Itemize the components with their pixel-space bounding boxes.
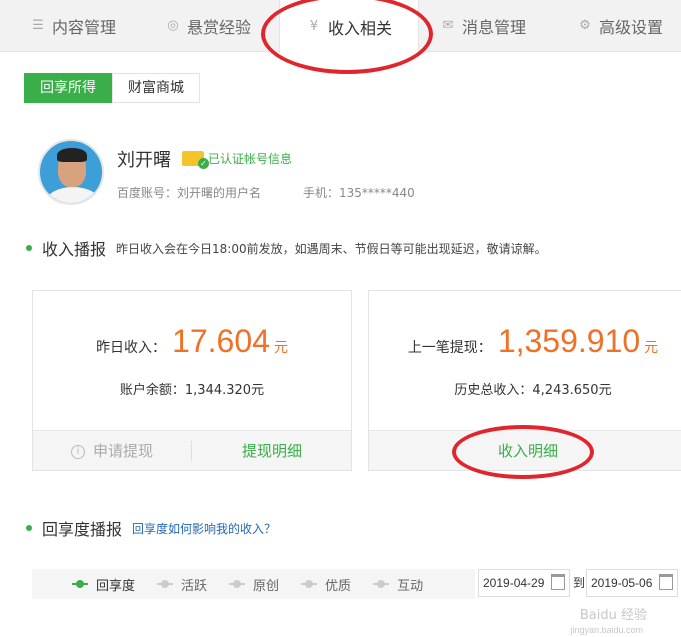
phone-info: 手机：135*****440 <box>303 186 415 200</box>
card-footer: 收入明细 <box>369 430 681 470</box>
metric-label: 活跃 <box>181 578 208 594</box>
bullet-dot-icon <box>26 525 32 531</box>
yesterday-income-card: 昨日收入： 17.604 元 账户余额：1,344.320元 i 申请提现 提现明… <box>32 290 352 471</box>
subtab-share-earnings[interactable]: 回享所得 <box>24 73 112 103</box>
calendar-icon[interactable] <box>551 574 565 590</box>
amount-unit: 元 <box>273 340 288 356</box>
section-title: 收入播报 <box>42 240 107 259</box>
apply-withdraw-label: 申请提现 <box>92 442 153 460</box>
metric-tab-interaction[interactable]: 互动 <box>373 575 423 594</box>
income-detail-link[interactable]: 收入明细 <box>369 431 681 471</box>
verified-text: 已认证帐号信息 <box>208 152 293 166</box>
income-section-header: 收入播报 昨日收入会在今日18:00前发放，如遇周末、节假日等可能出现延迟，敬请… <box>26 236 547 260</box>
tab-label: 高级设置 <box>599 18 664 37</box>
metric-label: 互动 <box>397 578 424 594</box>
yesterday-income-label: 昨日收入： <box>96 340 167 356</box>
yesterday-income-amount: 17.604 <box>172 323 270 359</box>
subtab-wealth-mall[interactable]: 财富商城 <box>112 73 200 103</box>
last-withdraw-amount: 1,359.910 <box>497 323 641 359</box>
metric-line-icon <box>72 580 88 588</box>
tab-bounty-experience[interactable]: ◎ 悬赏经验 <box>165 0 251 52</box>
account-balance: 账户余额：1,344.320元 <box>119 383 265 398</box>
mail-icon: ✉ <box>442 18 454 33</box>
section-note: 昨日收入会在今日18:00前发放，如遇周末、节假日等可能出现延迟，敬请谅解。 <box>116 241 547 256</box>
metric-label: 原创 <box>253 578 280 594</box>
metric-label: 回享度 <box>96 578 136 594</box>
tab-income[interactable]: ¥ 收入相关 <box>279 0 420 53</box>
coin-icon: ◎ <box>167 18 179 33</box>
tab-label: 消息管理 <box>462 18 527 37</box>
yuan-icon: ¥ <box>309 18 319 34</box>
account-info: 百度账号：刘开曙的用户名 <box>117 186 262 200</box>
start-date-value: 2019-04-29 <box>483 576 545 590</box>
last-withdraw-row: 上一笔提现： 1,359.910 元 <box>369 323 681 360</box>
withdraw-detail-link[interactable]: 提现明细 <box>192 431 352 471</box>
gear-icon: ⚙ <box>579 18 591 33</box>
metric-tab-quality[interactable]: 优质 <box>301 575 351 594</box>
last-withdraw-label: 上一笔提现： <box>407 340 492 356</box>
list-icon: ☰ <box>32 18 44 33</box>
top-tab-bar: ☰ 内容管理 ◎ 悬赏经验 ¥ 收入相关 ✉ 消息管理 ⚙ 高级设置 <box>0 0 681 53</box>
baidu-watermark: Baidu 经验 <box>579 608 647 623</box>
last-withdraw-card: 上一笔提现： 1,359.910 元 历史总收入：4,243.650元 收入明细 <box>368 290 681 471</box>
share-section-header: 回享度播报 回享度如何影响我的收入？ <box>26 516 276 540</box>
start-date-input[interactable]: 2019-04-29 <box>478 569 570 597</box>
tab-content-management[interactable]: ☰ 内容管理 <box>30 0 116 52</box>
verified-icon <box>182 151 209 169</box>
tab-messages[interactable]: ✉ 消息管理 <box>440 0 526 52</box>
baidu-watermark-url: jingyan.baidu.com <box>570 625 643 635</box>
metric-label: 优质 <box>325 578 352 594</box>
metric-tab-share-degree[interactable]: 回享度 <box>72 575 135 594</box>
card-footer: i 申请提现 提现明细 <box>33 430 351 470</box>
metric-line-icon <box>373 580 390 588</box>
end-date-value: 2019-05-06 <box>591 576 653 590</box>
user-name: 刘开曙 <box>117 150 171 171</box>
sub-tab-group: 回享所得 财富商城 <box>24 73 200 103</box>
metric-line-icon <box>229 580 246 588</box>
calendar-icon[interactable] <box>659 574 673 590</box>
section-title: 回享度播报 <box>42 520 123 539</box>
metric-tab-active[interactable]: 活跃 <box>157 575 207 594</box>
share-help-link[interactable]: 回享度如何影响我的收入？ <box>132 520 276 537</box>
tab-advanced-settings[interactable]: ⚙ 高级设置 <box>577 0 663 52</box>
end-date-input[interactable]: 2019-05-06 <box>586 569 678 597</box>
tab-label: 悬赏经验 <box>187 18 252 37</box>
metric-tab-bar: 回享度 活跃 原创 优质 互动 <box>32 569 475 599</box>
avatar <box>38 139 104 205</box>
metric-tab-original[interactable]: 原创 <box>229 575 279 594</box>
amount-unit: 元 <box>644 340 659 356</box>
metric-line-icon <box>301 580 318 588</box>
tab-label: 收入相关 <box>328 18 393 38</box>
tab-label: 内容管理 <box>52 18 117 37</box>
apply-withdraw-button[interactable]: i 申请提现 <box>33 431 191 471</box>
info-icon: i <box>70 444 85 459</box>
total-income: 历史总收入：4,243.650元 <box>454 383 612 398</box>
bullet-dot-icon <box>26 245 32 251</box>
metric-line-icon <box>157 580 174 588</box>
yesterday-income-row: 昨日收入： 17.604 元 <box>33 323 351 360</box>
date-to-label: 到 <box>573 576 586 590</box>
verified-badge[interactable]: 已认证帐号信息 <box>182 150 293 169</box>
